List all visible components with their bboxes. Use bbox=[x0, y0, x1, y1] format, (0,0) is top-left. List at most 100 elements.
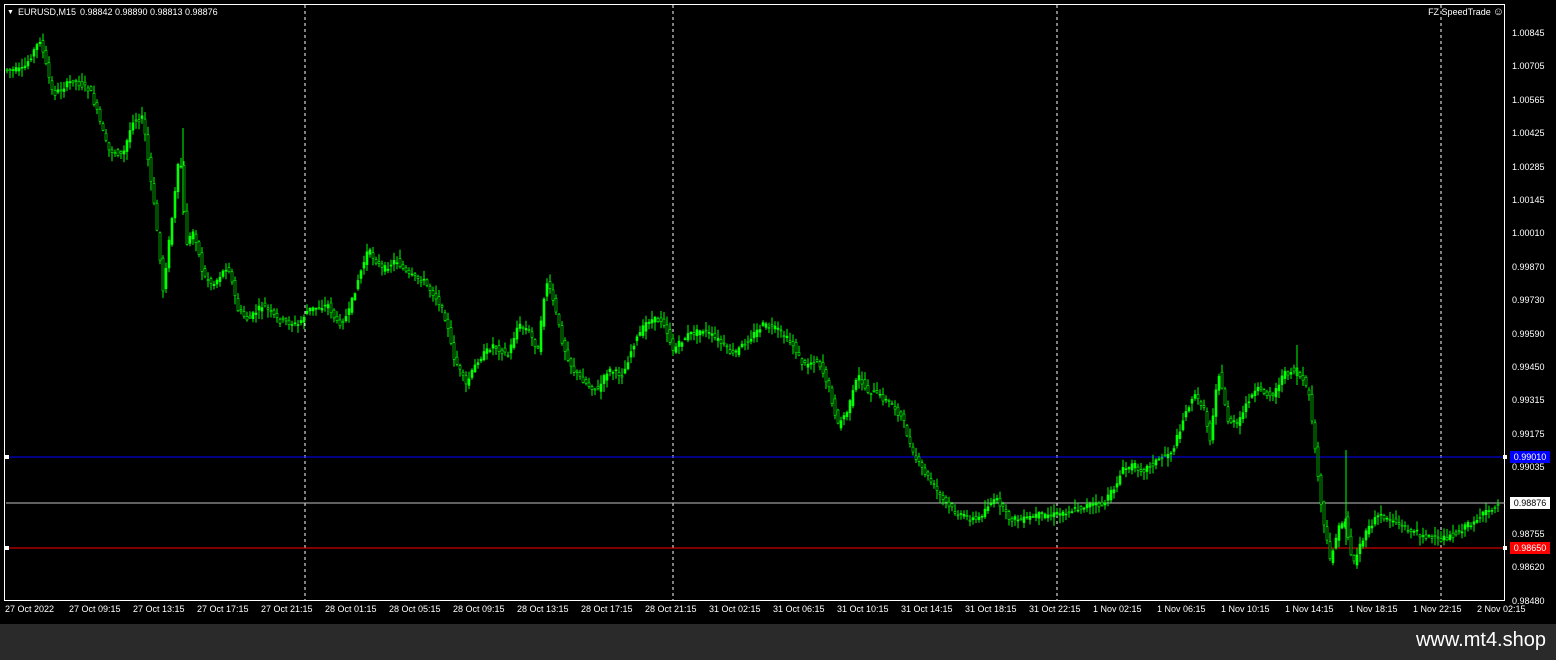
candle-body bbox=[527, 329, 531, 332]
candle-body bbox=[893, 405, 897, 410]
candle-body bbox=[851, 390, 855, 407]
candle-body bbox=[1409, 529, 1413, 532]
candle-body bbox=[425, 279, 429, 286]
candle-body bbox=[1139, 469, 1143, 472]
candle-body bbox=[269, 310, 273, 312]
candle-body bbox=[1361, 540, 1365, 547]
candle-body bbox=[923, 467, 927, 475]
price-label: 0.99590 bbox=[1512, 328, 1545, 339]
candle-body bbox=[857, 375, 861, 381]
time-label: 31 Oct 18:15 bbox=[965, 604, 1017, 614]
candle-body bbox=[1097, 503, 1101, 508]
candle-body bbox=[1049, 514, 1053, 517]
ohlc-values: 0.98842 0.98890 0.98813 0.98876 bbox=[79, 7, 218, 17]
candle-body bbox=[434, 293, 438, 300]
candle-body bbox=[1391, 520, 1395, 523]
candle-body bbox=[503, 347, 507, 353]
candle-body bbox=[1007, 511, 1011, 520]
time-label: 27 Oct 17:15 bbox=[197, 604, 249, 614]
candle-body bbox=[836, 409, 840, 424]
candle-body bbox=[710, 333, 714, 336]
candle-body bbox=[1241, 412, 1245, 420]
candle-body bbox=[245, 316, 249, 321]
candle-body bbox=[1274, 388, 1278, 398]
candle-body bbox=[1379, 513, 1383, 516]
candle-body bbox=[752, 331, 756, 339]
candle-body bbox=[1475, 519, 1479, 523]
candle-body bbox=[482, 351, 486, 361]
dropdown-arrow-icon[interactable]: ▼ bbox=[7, 9, 14, 16]
candle-body bbox=[149, 157, 153, 183]
candle-body bbox=[992, 499, 996, 505]
candle-body bbox=[203, 268, 207, 277]
candle-body bbox=[1103, 502, 1107, 506]
candle-body bbox=[1364, 530, 1368, 541]
candle-body bbox=[1127, 467, 1131, 470]
candle-body bbox=[386, 268, 390, 271]
candle-body bbox=[902, 413, 906, 422]
candle-body bbox=[1187, 407, 1191, 412]
candle-body bbox=[770, 324, 774, 327]
chart-window[interactable]: ▼ EURUSD,M15 0.98842 0.98890 0.98813 0.9… bbox=[0, 0, 1556, 620]
candle-body bbox=[935, 485, 939, 491]
price-label: 1.00705 bbox=[1512, 61, 1545, 72]
candle-body bbox=[293, 322, 297, 325]
red-line-handle bbox=[5, 546, 9, 550]
candle-body bbox=[32, 49, 36, 57]
price-chart[interactable] bbox=[0, 0, 1556, 620]
candle-body bbox=[401, 264, 405, 269]
candle-body bbox=[1025, 516, 1029, 519]
candle-body bbox=[353, 293, 357, 301]
candle-body bbox=[1031, 516, 1035, 518]
candle-body bbox=[926, 471, 930, 477]
candle-body bbox=[1151, 462, 1155, 467]
candle-body bbox=[761, 322, 765, 326]
chart-title[interactable]: ▼ EURUSD,M15 0.98842 0.98890 0.98813 0.9… bbox=[7, 7, 218, 17]
time-label: 1 Nov 10:15 bbox=[1221, 604, 1270, 614]
price-label: 1.00425 bbox=[1512, 128, 1545, 139]
candle-body bbox=[581, 376, 585, 383]
candle-body bbox=[1349, 535, 1353, 556]
candle-body bbox=[1193, 394, 1197, 399]
candle-body bbox=[593, 388, 597, 391]
candle-body bbox=[1157, 458, 1161, 461]
candle-body bbox=[1325, 526, 1329, 541]
candle-body bbox=[380, 263, 384, 268]
candle-body bbox=[977, 516, 981, 520]
candle-body bbox=[359, 270, 363, 279]
candle-body bbox=[1478, 517, 1482, 519]
candle-body bbox=[146, 134, 150, 161]
candle-body bbox=[1094, 502, 1098, 506]
candle-body bbox=[1052, 512, 1056, 518]
candle-body bbox=[137, 119, 141, 123]
candle-body bbox=[1454, 531, 1458, 536]
candle-body bbox=[1100, 501, 1104, 506]
candle-body bbox=[311, 307, 315, 312]
candle-body bbox=[20, 67, 24, 69]
candle-body bbox=[728, 349, 732, 354]
candle-body bbox=[467, 378, 471, 386]
candle-body bbox=[338, 319, 342, 327]
candle-body bbox=[1040, 512, 1044, 514]
time-label: 27 Oct 2022 bbox=[5, 604, 55, 614]
candle-body bbox=[1220, 371, 1224, 389]
candle-body bbox=[1292, 367, 1296, 372]
candle-body bbox=[155, 202, 159, 231]
candle-body bbox=[1091, 503, 1095, 506]
candle-body bbox=[134, 119, 138, 122]
price-label: 0.99450 bbox=[1512, 362, 1545, 372]
candle-body bbox=[1277, 384, 1281, 392]
candle-body bbox=[749, 338, 753, 342]
candle-body bbox=[1235, 421, 1239, 424]
candle-body bbox=[275, 312, 279, 318]
candle-body bbox=[629, 351, 633, 358]
candle-body bbox=[317, 307, 321, 309]
candle-body bbox=[785, 335, 789, 339]
candle-body bbox=[707, 332, 711, 334]
candle-body bbox=[1442, 535, 1446, 541]
time-label: 28 Oct 01:15 bbox=[325, 604, 377, 614]
candle-body bbox=[1070, 511, 1074, 513]
candle-body bbox=[320, 307, 324, 311]
candle-body bbox=[971, 517, 975, 520]
expert-advisor-label[interactable]: FZ SpeedTrade ☺ bbox=[1428, 6, 1504, 17]
